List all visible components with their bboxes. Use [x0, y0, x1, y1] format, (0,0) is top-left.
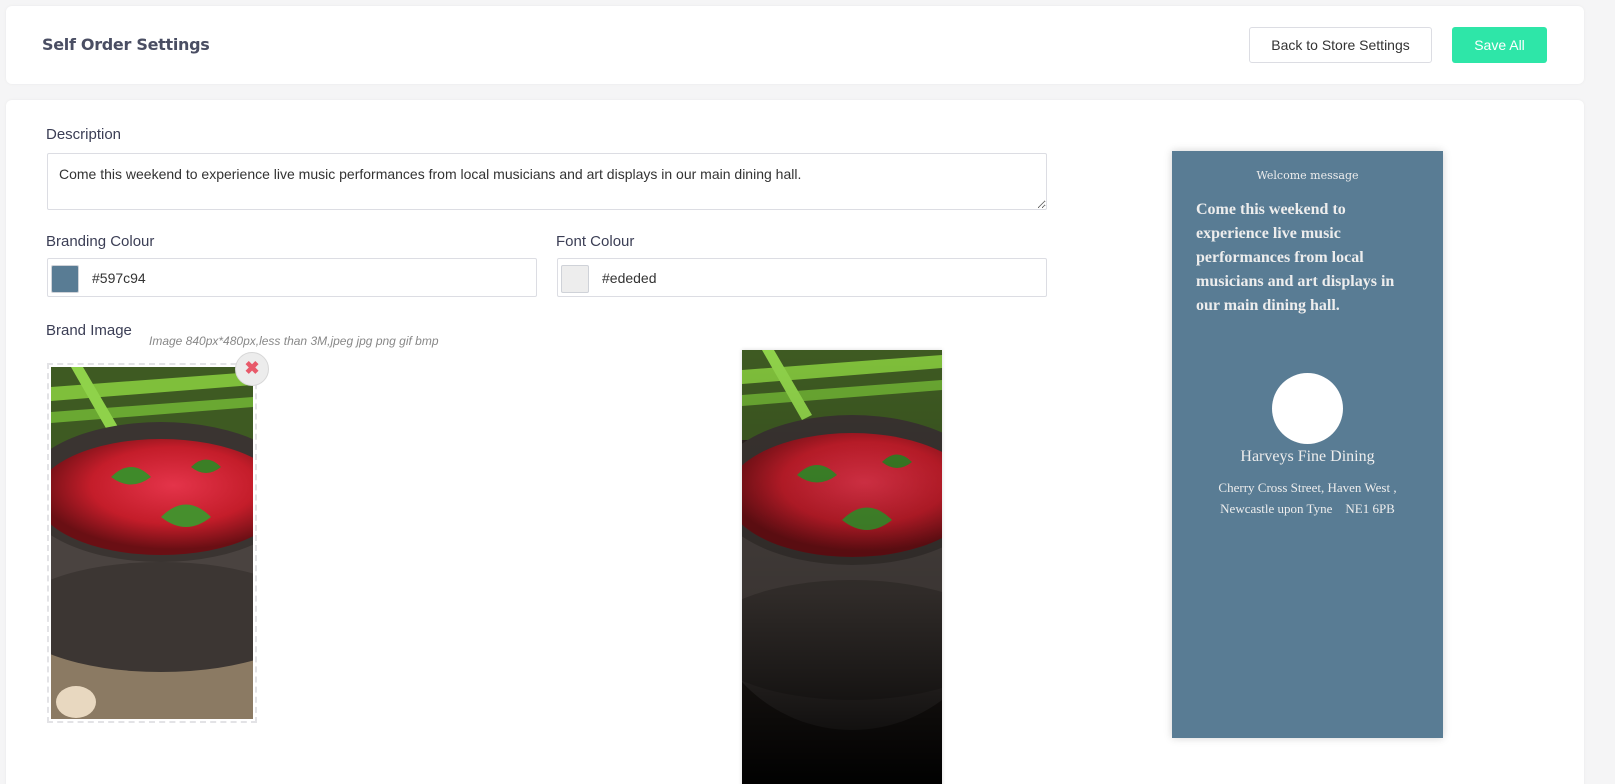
preview-message: Come this weekend to experience live mus… — [1196, 201, 1395, 314]
save-all-button[interactable]: Save All — [1452, 27, 1547, 63]
header-bar: Self Order Settings Back to Store Settin… — [6, 6, 1584, 84]
back-to-store-settings-button[interactable]: Back to Store Settings — [1249, 27, 1432, 63]
font-colour-label: Font Colour — [556, 233, 635, 250]
phone-preview: Welcome message Come this weekend to exp… — [1172, 151, 1443, 738]
brand-image-preview-graphic — [742, 350, 942, 784]
remove-image-button[interactable]: ✖ — [235, 352, 269, 386]
description-label: Description — [46, 126, 122, 143]
branding-colour-label: Branding Colour — [46, 233, 155, 250]
store-logo-placeholder — [1272, 373, 1343, 444]
font-colour-value: #ededed — [602, 270, 657, 286]
brand-image-upload[interactable] — [11, 363, 311, 723]
font-colour-field[interactable]: #ededed — [557, 258, 1047, 297]
description-textarea[interactable]: Come this weekend to experience live mus… — [47, 153, 1047, 210]
store-address: Cherry Cross Street, Haven West , Newcas… — [1202, 477, 1413, 519]
store-name: Harveys Fine Dining — [1240, 448, 1375, 465]
branding-colour-field[interactable]: #597c94 — [47, 258, 537, 297]
brand-image-preview — [742, 350, 942, 784]
brand-image-thumbnail — [11, 367, 311, 719]
font-colour-swatch[interactable] — [561, 265, 589, 293]
page-title: Self Order Settings — [42, 35, 210, 54]
close-icon: ✖ — [244, 358, 260, 378]
branding-colour-swatch[interactable] — [51, 265, 79, 293]
settings-panel: Description Come this weekend to experie… — [6, 100, 1584, 784]
brand-image-hint: Image 840px*480px,less than 3M,jpeg jpg … — [149, 334, 439, 348]
address-line-1: Cherry Cross Street, Haven West , — [1218, 480, 1397, 495]
branding-colour-value: #597c94 — [92, 270, 146, 286]
address-line-2: Newcastle upon Tyne NE1 6PB — [1220, 501, 1395, 516]
welcome-message-label: Welcome message — [1256, 169, 1359, 182]
brand-image-label: Brand Image — [46, 322, 132, 339]
